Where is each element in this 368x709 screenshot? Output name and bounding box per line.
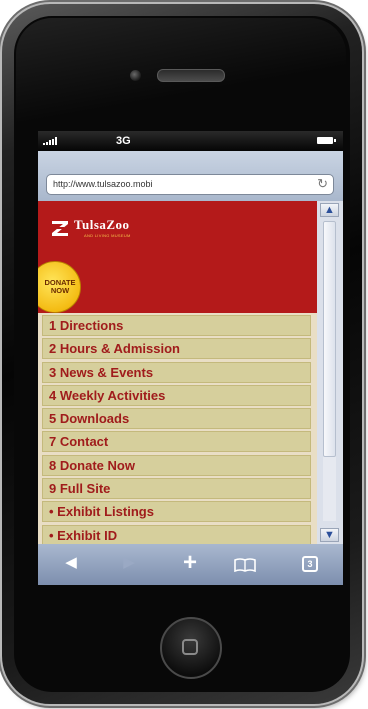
- scrollbar-thumb[interactable]: [323, 221, 336, 457]
- forward-arrow-icon[interactable]: ▶: [114, 550, 144, 576]
- pages-icon[interactable]: 3: [302, 556, 318, 572]
- menu-item-exhibit-id[interactable]: • Exhibit ID: [42, 524, 311, 544]
- status-bar: 3G: [38, 131, 343, 151]
- scroll-up-arrow-icon[interactable]: ▲: [320, 203, 339, 217]
- signal-strength-icon: [43, 137, 57, 145]
- menu-item-hours-admission[interactable]: 2 Hours & Admission: [42, 338, 311, 360]
- zoo-logo-icon: [52, 221, 68, 236]
- menu-item-full-site[interactable]: 9 Full Site: [42, 478, 311, 500]
- menu-item-directions[interactable]: 1 Directions: [42, 315, 311, 336]
- menu-item-exhibit-listings[interactable]: • Exhibit Listings: [42, 501, 311, 523]
- page-content: TulsaZoo AND LIVING MUSEUM DONATE NOW 1 …: [38, 201, 317, 544]
- donate-now-badge[interactable]: DONATE NOW: [38, 261, 81, 313]
- earpiece-speaker: [157, 69, 225, 82]
- front-camera: [130, 70, 141, 81]
- home-square-icon: [182, 639, 198, 655]
- donate-badge-line-2: NOW: [50, 286, 70, 295]
- back-arrow-icon[interactable]: ◀: [56, 550, 86, 576]
- url-field[interactable]: http://www.tulsazoo.mobi ↻: [46, 174, 334, 195]
- home-button[interactable]: [160, 617, 222, 679]
- site-logo-tagline: AND LIVING MUSEUM: [84, 233, 131, 238]
- url-text: http://www.tulsazoo.mobi: [53, 179, 153, 189]
- battery-icon: [317, 137, 336, 144]
- scroll-down-arrow-icon[interactable]: ▼: [320, 528, 339, 542]
- browser-toolbar: ◀ ▶ + 3: [38, 544, 343, 585]
- network-type: 3G: [116, 135, 131, 147]
- site-logo-text[interactable]: TulsaZoo: [74, 217, 130, 233]
- vertical-scrollbar[interactable]: ▲ ▼: [317, 201, 343, 544]
- menu-item-contact[interactable]: 7 Contact: [42, 431, 311, 453]
- menu-item-weekly-activities[interactable]: 4 Weekly Activities: [42, 384, 311, 406]
- reload-icon[interactable]: ↻: [317, 176, 328, 192]
- add-bookmark-plus-icon[interactable]: +: [175, 550, 205, 576]
- bookmarks-book-icon[interactable]: [234, 558, 256, 572]
- site-header-banner: TulsaZoo AND LIVING MUSEUM DONATE NOW: [38, 201, 317, 313]
- menu-item-news-events[interactable]: 3 News & Events: [42, 361, 311, 383]
- main-menu: 1 Directions 2 Hours & Admission 3 News …: [42, 315, 311, 544]
- phone-screen: 3G http://www.tulsazoo.mobi ↻ TulsaZoo A…: [38, 131, 343, 585]
- menu-item-downloads[interactable]: 5 Downloads: [42, 408, 311, 430]
- browser-address-bar: http://www.tulsazoo.mobi ↻: [38, 151, 343, 201]
- menu-item-donate-now[interactable]: 8 Donate Now: [42, 454, 311, 476]
